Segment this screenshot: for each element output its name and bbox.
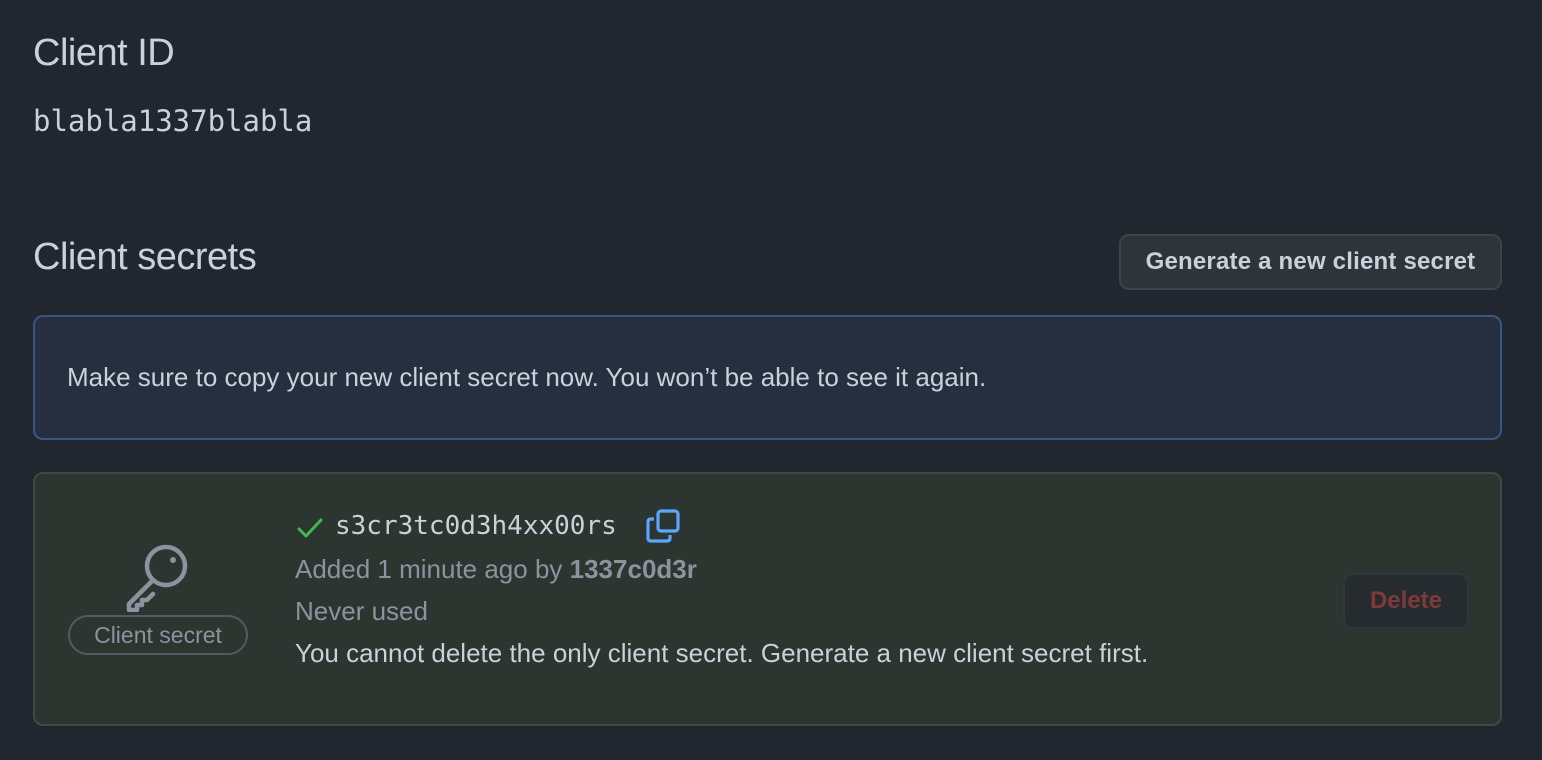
client-secrets-heading: Client secrets	[33, 236, 257, 278]
client-id-value: blabla1337blabla	[33, 104, 313, 138]
client-secret-label: Client secret	[68, 615, 248, 655]
delete-warning: You cannot delete the only client secret…	[295, 638, 1149, 668]
generate-client-secret-button[interactable]: Generate a new client secret	[1119, 234, 1502, 290]
key-icon	[126, 544, 188, 612]
delete-secret-button[interactable]: Delete	[1343, 573, 1469, 629]
copy-secret-notice: Make sure to copy your new client secret…	[33, 315, 1502, 440]
client-id-heading: Client ID	[33, 32, 175, 74]
client-secret-value: s3cr3tc0d3h4xx00rs	[335, 511, 617, 541]
check-icon	[297, 518, 323, 538]
secret-added-info: Added 1 minute ago by 1337c0d3r	[295, 552, 697, 586]
notice-text: Make sure to copy your new client secret…	[67, 362, 987, 392]
secret-usage: Never used	[295, 596, 428, 626]
client-secret-card: Client secret s3cr3tc0d3h4xx00rs Added 1…	[33, 472, 1502, 726]
added-by-user: 1337c0d3r	[569, 554, 697, 584]
added-prefix: Added 1 minute ago by	[295, 554, 570, 584]
copy-icon[interactable]	[646, 509, 680, 543]
